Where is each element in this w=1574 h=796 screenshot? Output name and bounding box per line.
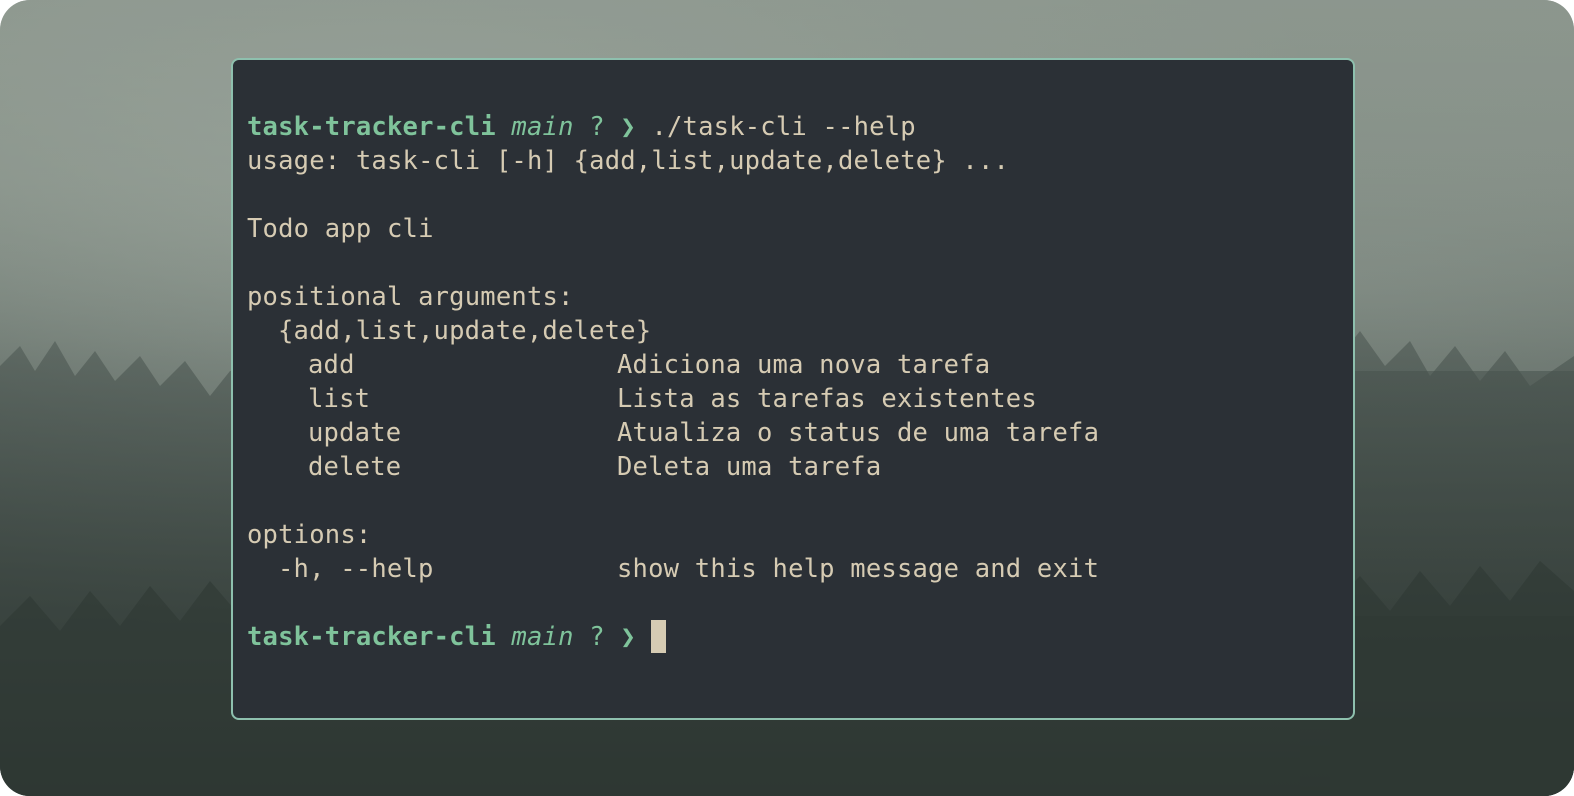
subcommand-help: Adiciona uma nova tarefa: [617, 350, 991, 380]
prompt-git-status: ?: [589, 112, 605, 142]
subcommand-row: add Adiciona uma nova tarefa: [247, 348, 1353, 382]
subcommand-row: update Atualiza o status de uma tarefa: [247, 416, 1353, 450]
entered-command: ./task-cli --help: [651, 112, 916, 142]
prompt-git-status: ?: [589, 622, 605, 652]
subcommand-row: list Lista as tarefas existentes: [247, 382, 1353, 416]
subcommand-help: Atualiza o status de uma tarefa: [617, 418, 1100, 448]
subcommand-name: add: [308, 350, 355, 380]
prompt-git-branch: main: [511, 622, 574, 652]
text-cursor[interactable]: [651, 619, 667, 653]
subcommand-row: delete Deleta uma tarefa: [247, 450, 1353, 484]
subcommand-name: list: [308, 384, 371, 414]
prompt-directory: task-tracker-cli: [247, 622, 496, 652]
options-header: options:: [247, 520, 372, 550]
option-row: -h, --help show this help message and exi…: [247, 552, 1353, 586]
prompt-line-2[interactable]: task-tracker-cli main ? ❯: [247, 619, 1353, 654]
prompt-directory: task-tracker-cli: [247, 112, 496, 142]
desktop-background: task-tracker-cli main ? ❯ ./task-cli --h…: [0, 0, 1574, 796]
subcommand-name: update: [308, 418, 402, 448]
positional-header: positional arguments:: [247, 282, 574, 312]
subcommand-group-text: {add,list,update,delete}: [278, 316, 652, 346]
subcommand-help: Lista as tarefas existentes: [617, 384, 1037, 414]
prompt-line-1: task-tracker-cli main ? ❯ ./task-cli --h…: [247, 110, 1353, 144]
subcommand-name: delete: [308, 452, 402, 482]
prompt-arrow-icon: ❯: [620, 112, 636, 142]
subcommand-help: Deleta uma tarefa: [617, 452, 882, 482]
option-help: show this help message and exit: [617, 554, 1100, 584]
usage-line: usage: task-cli [-h] {add,list,update,de…: [247, 146, 1010, 176]
prompt-arrow-icon: ❯: [620, 622, 636, 652]
option-flag: -h, --help: [278, 554, 434, 584]
terminal-window[interactable]: task-tracker-cli main ? ❯ ./task-cli --h…: [231, 58, 1355, 720]
description-line: Todo app cli: [247, 214, 434, 244]
prompt-git-branch: main: [511, 112, 574, 142]
subcommand-group: {add,list,update,delete}: [247, 314, 1353, 348]
